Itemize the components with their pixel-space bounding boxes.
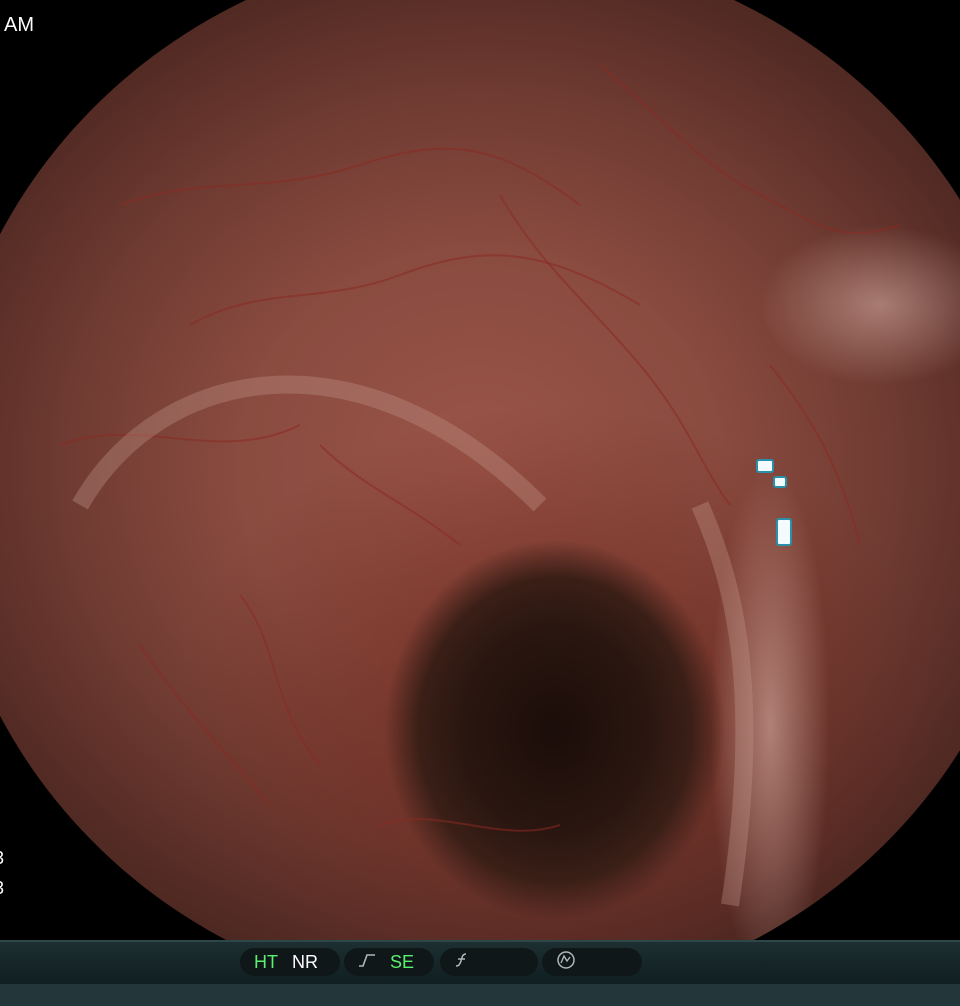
mode-indicator <box>542 948 642 976</box>
mode-dial-icon <box>556 950 576 975</box>
se-label: SE <box>390 951 415 972</box>
mucosal-vessels <box>59 64 901 907</box>
colon-lumen-image <box>0 0 960 940</box>
light-reflection <box>756 459 774 473</box>
function-icon <box>454 952 470 973</box>
light-reflection <box>776 518 792 546</box>
ht-nr-indicator: HT NR <box>240 948 340 976</box>
function-indicator <box>440 948 538 976</box>
top-left-label: AM <box>4 14 34 36</box>
se-indicator: SE <box>344 948 434 976</box>
tone-curve-icon <box>358 952 376 973</box>
status-bar-base <box>0 984 960 1006</box>
left-mark: 3 <box>0 878 4 899</box>
status-bar: HT NR SE <box>0 940 960 1006</box>
light-reflection <box>773 476 787 488</box>
left-mark: 3 <box>0 848 4 869</box>
ht-label: HT <box>254 951 278 972</box>
nr-label: NR <box>292 951 318 972</box>
endoscope-view <box>0 0 960 940</box>
